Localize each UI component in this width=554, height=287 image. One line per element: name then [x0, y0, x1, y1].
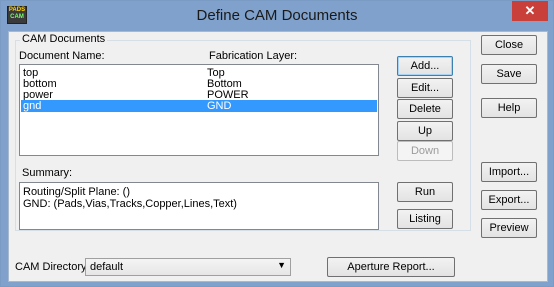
dialog-client-area: CAM Documents Document Name: Fabrication…: [8, 31, 548, 282]
title-bar: PADS CAM Define CAM Documents ✕: [1, 1, 553, 30]
import-button[interactable]: Import...: [481, 162, 537, 182]
summary-line: Routing/Split Plane: (): [23, 186, 130, 198]
summary-line: GND: (Pads,Vias,Tracks,Copper,Lines,Text…: [23, 198, 237, 210]
cam-directory-value: default: [90, 261, 124, 273]
down-button[interactable]: Down: [397, 141, 453, 161]
edit-button[interactable]: Edit...: [397, 78, 453, 98]
chevron-down-icon: ▼: [277, 260, 286, 270]
close-window-icon[interactable]: ✕: [512, 1, 548, 21]
cam-directory-dropdown[interactable]: default ▼: [85, 258, 291, 276]
up-button[interactable]: Up: [397, 121, 453, 141]
save-button[interactable]: Save: [481, 64, 537, 84]
close-button[interactable]: Close: [481, 35, 537, 55]
listing-button[interactable]: Listing: [397, 209, 453, 229]
aperture-report-button[interactable]: Aperture Report...: [327, 257, 455, 277]
cam-documents-list[interactable]: top Top bottom Bottom power POWER gnd GN…: [19, 64, 379, 156]
fabrication-layer-header: Fabrication Layer:: [209, 50, 298, 62]
fabrication-layer-cell: GND: [207, 100, 232, 112]
add-button[interactable]: Add...: [397, 56, 453, 76]
delete-button[interactable]: Delete: [397, 99, 453, 119]
summary-box: Routing/Split Plane: () GND: (Pads,Vias,…: [19, 182, 379, 230]
export-button[interactable]: Export...: [481, 190, 537, 210]
window-title: Define CAM Documents: [196, 7, 358, 24]
summary-label: Summary:: [22, 167, 73, 179]
cam-directory-label: CAM Directory:: [15, 261, 90, 273]
define-cam-documents-dialog: PADS CAM Define CAM Documents ✕ CAM Docu…: [0, 0, 554, 287]
help-button[interactable]: Help: [481, 98, 537, 118]
preview-button[interactable]: Preview: [481, 218, 537, 238]
list-item-selected[interactable]: gnd GND: [21, 100, 377, 112]
run-button[interactable]: Run: [397, 182, 453, 202]
document-name-cell: gnd: [23, 100, 42, 112]
document-name-header: Document Name:: [19, 50, 105, 62]
cam-documents-group-label: CAM Documents: [20, 33, 108, 45]
summary-text: Routing/Split Plane: () GND: (Pads,Vias,…: [23, 186, 237, 210]
